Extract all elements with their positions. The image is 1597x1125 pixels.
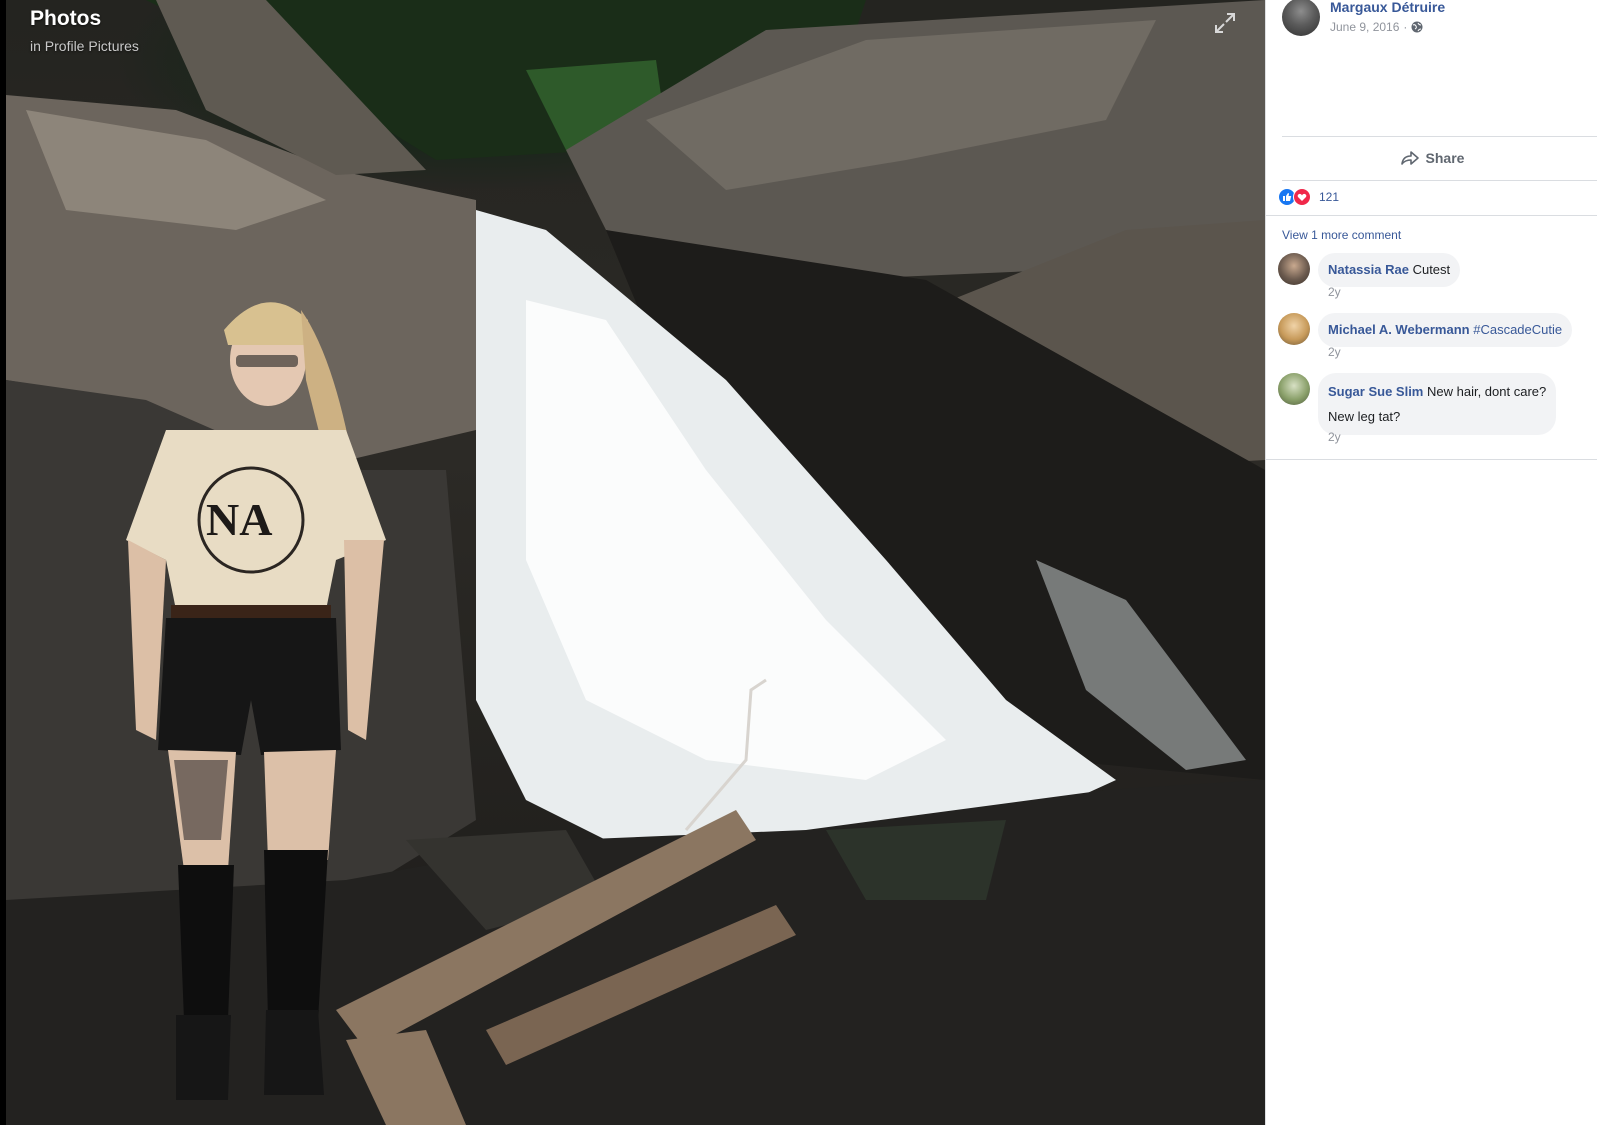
love-reaction-icon: [1293, 188, 1311, 206]
svg-text:NA: NA: [206, 494, 272, 545]
comment-hashtag[interactable]: #CascadeCutie: [1473, 322, 1562, 337]
comment-bubble: Michael A. Webermann #CascadeCutie: [1318, 313, 1573, 347]
comment-bubble: Natassia Rae Cutest: [1318, 253, 1461, 287]
album-link[interactable]: in Profile Pictures: [30, 36, 139, 56]
comment-author[interactable]: Sugar Sue Slim: [1328, 384, 1423, 399]
photo[interactable]: NA: [6, 0, 1265, 1125]
commenter-avatar[interactable]: [1278, 373, 1310, 405]
share-button[interactable]: Share: [1266, 144, 1597, 172]
comment-text: Cutest: [1412, 262, 1451, 277]
comment-time[interactable]: 2y: [1328, 285, 1341, 299]
divider: [1266, 215, 1597, 216]
comment-time[interactable]: 2y: [1328, 345, 1341, 359]
reactions-summary[interactable]: 121: [1278, 188, 1339, 206]
comment-author[interactable]: Michael A. Webermann: [1328, 322, 1470, 337]
author-name[interactable]: Margaux Détruire: [1330, 0, 1445, 15]
comment-text-line2: New leg tat?: [1328, 409, 1401, 424]
expand-button[interactable]: [1212, 10, 1238, 36]
author-avatar[interactable]: [1282, 0, 1320, 36]
post-date[interactable]: June 9, 2016: [1330, 20, 1399, 34]
globe-icon[interactable]: [1411, 21, 1423, 33]
meta-separator: ·: [1403, 20, 1408, 34]
photo-stage: NA Photos in Profile Pictures: [0, 0, 1265, 1125]
divider: [1266, 459, 1597, 460]
reaction-count[interactable]: 121: [1319, 190, 1339, 204]
share-icon: [1400, 151, 1419, 165]
comment-time[interactable]: 2y: [1328, 430, 1341, 444]
stage-title: Photos: [30, 7, 102, 30]
view-more-comments-link[interactable]: View 1 more comment: [1282, 228, 1401, 242]
photo-scene: NA: [6, 0, 1265, 1125]
expand-icon: [1215, 13, 1235, 33]
post-meta: June 9, 2016 ·: [1330, 20, 1423, 34]
comment-text: New hair, dont care?: [1427, 384, 1547, 399]
stage-header: Photos in Profile Pictures: [30, 6, 139, 56]
comment-bubble: Sugar Sue Slim New hair, dont care? New …: [1318, 373, 1557, 435]
divider: [1282, 136, 1597, 137]
share-label: Share: [1425, 150, 1465, 166]
commenter-avatar[interactable]: [1278, 253, 1310, 285]
divider: [1282, 180, 1597, 181]
commenter-avatar[interactable]: [1278, 313, 1310, 345]
post-panel: Margaux Détruire June 9, 2016 · Share 12…: [1265, 0, 1597, 1125]
comment-author[interactable]: Natassia Rae: [1328, 262, 1409, 277]
